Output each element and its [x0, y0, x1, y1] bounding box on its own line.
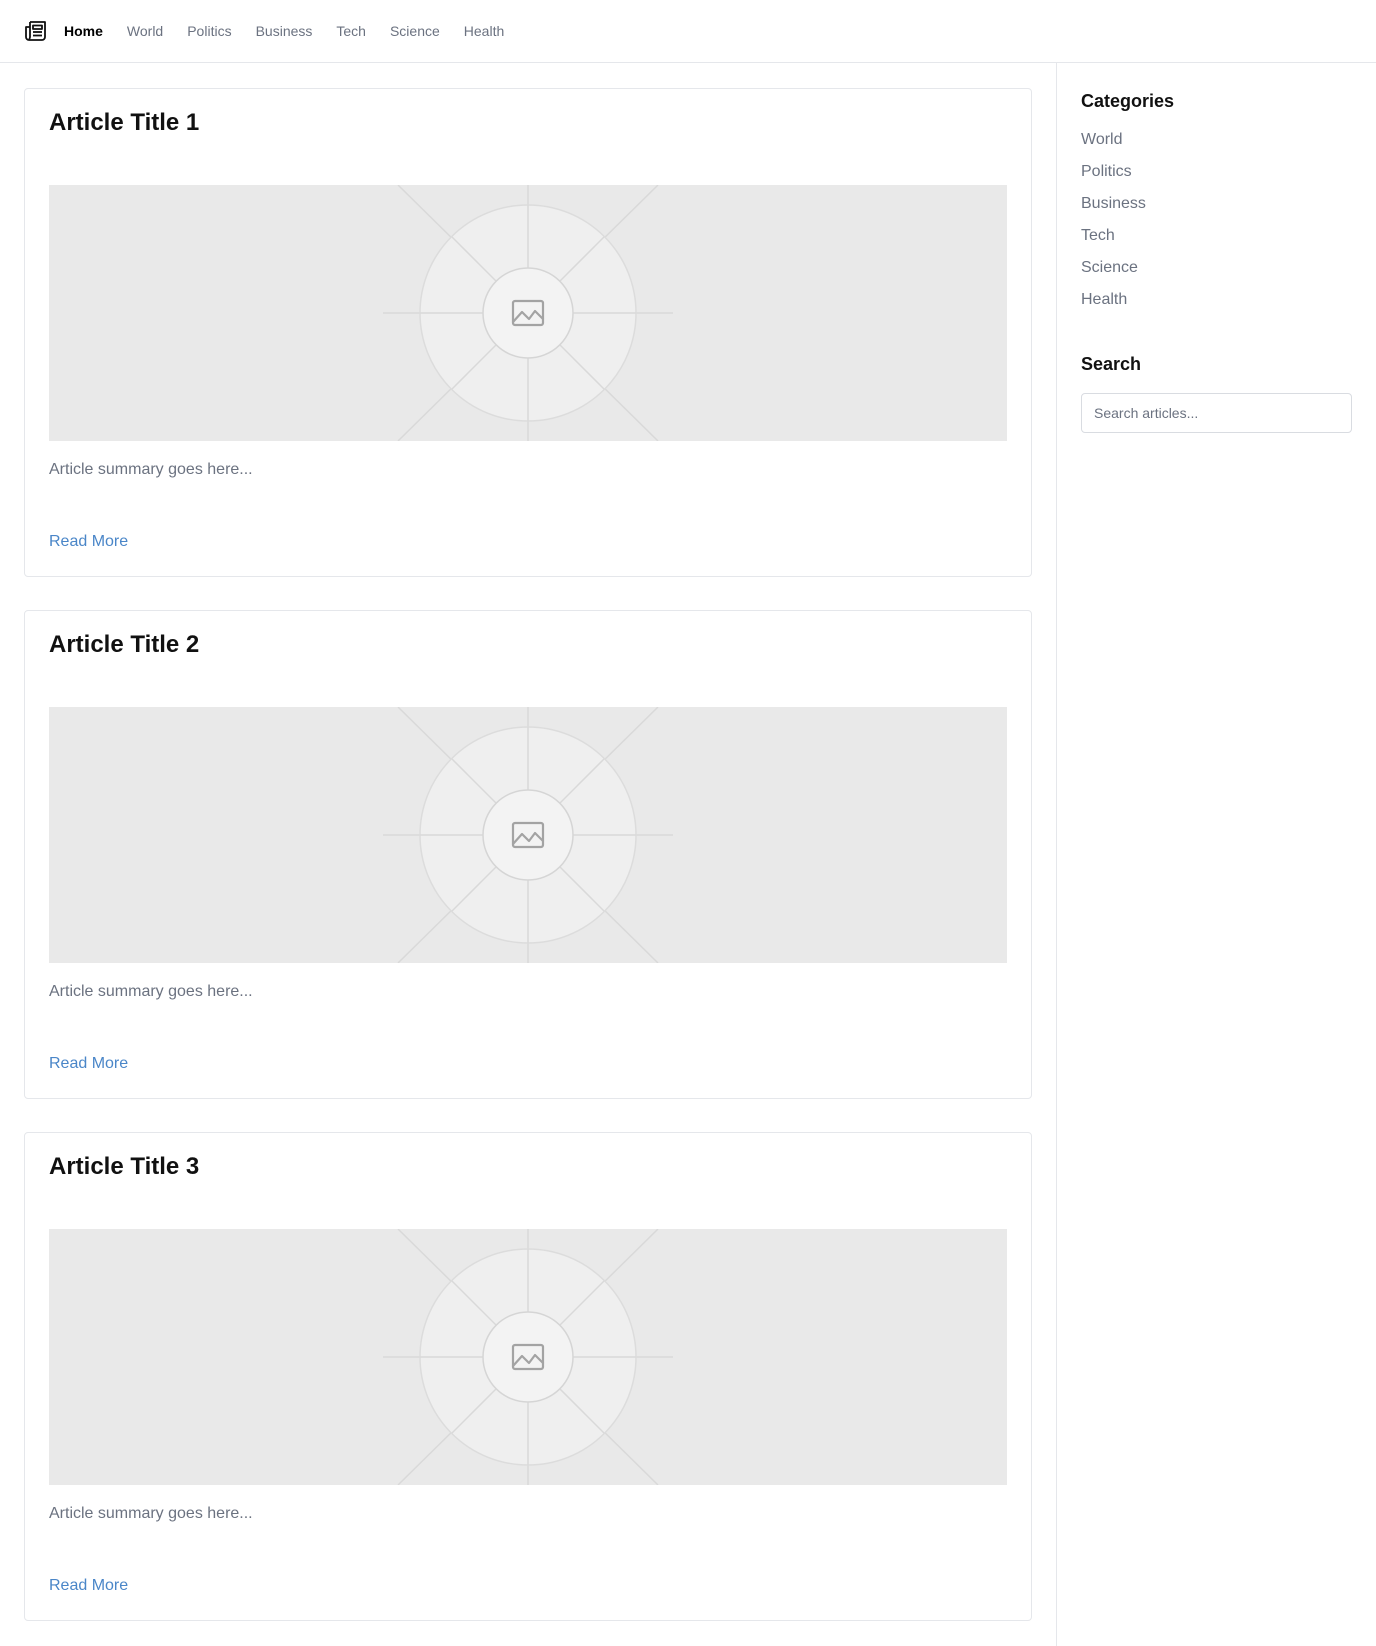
- article-card: Article Title 3 Article summary goes her…: [24, 1132, 1032, 1621]
- image-placeholder-icon: [383, 707, 673, 963]
- search-input[interactable]: [1081, 393, 1352, 433]
- article-image[interactable]: [49, 707, 1007, 963]
- article-card: Article Title 2 Article summary goes her…: [24, 610, 1032, 1099]
- nav-link-home[interactable]: Home: [64, 23, 103, 39]
- category-link-politics[interactable]: Politics: [1081, 162, 1352, 194]
- nav-link-business[interactable]: Business: [256, 23, 313, 39]
- nav-link-science[interactable]: Science: [390, 23, 440, 39]
- read-more-link[interactable]: Read More: [49, 1055, 128, 1073]
- article-image[interactable]: [49, 1229, 1007, 1485]
- category-link-world[interactable]: World: [1081, 130, 1352, 162]
- nav-link-politics[interactable]: Politics: [187, 23, 231, 39]
- page-layout: Article Title 1 Article summary goes her…: [0, 63, 1376, 1646]
- article-title[interactable]: Article Title 1: [49, 109, 199, 137]
- category-link-tech[interactable]: Tech: [1081, 226, 1352, 258]
- article-title[interactable]: Article Title 2: [49, 631, 199, 659]
- image-placeholder-icon: [383, 1229, 673, 1485]
- article-title[interactable]: Article Title 3: [49, 1153, 199, 1181]
- top-navbar: Home World Politics Business Tech Scienc…: [0, 0, 1376, 63]
- categories-heading: Categories: [1081, 91, 1175, 111]
- article-feed: Article Title 1 Article summary goes her…: [0, 63, 1056, 1646]
- article-summary: Article summary goes here...: [49, 1505, 253, 1522]
- category-link-business[interactable]: Business: [1081, 194, 1352, 226]
- main-nav: Home World Politics Business Tech Scienc…: [64, 23, 528, 39]
- sidebar: Categories World Politics Business Tech …: [1056, 63, 1376, 1646]
- article-summary: Article summary goes here...: [49, 983, 253, 1000]
- nav-link-tech[interactable]: Tech: [336, 23, 366, 39]
- category-link-science[interactable]: Science: [1081, 258, 1352, 290]
- article-image[interactable]: [49, 185, 1007, 441]
- category-link-health[interactable]: Health: [1081, 290, 1352, 322]
- nav-link-health[interactable]: Health: [464, 23, 504, 39]
- search-heading: Search: [1081, 354, 1142, 374]
- image-placeholder-icon: [383, 185, 673, 441]
- nav-link-world[interactable]: World: [127, 23, 163, 39]
- read-more-link[interactable]: Read More: [49, 1577, 128, 1595]
- newspaper-icon[interactable]: [24, 19, 48, 43]
- category-list: World Politics Business Tech Science Hea…: [1081, 130, 1352, 322]
- article-card: Article Title 1 Article summary goes her…: [24, 88, 1032, 577]
- read-more-link[interactable]: Read More: [49, 533, 128, 551]
- article-summary: Article summary goes here...: [49, 461, 253, 478]
